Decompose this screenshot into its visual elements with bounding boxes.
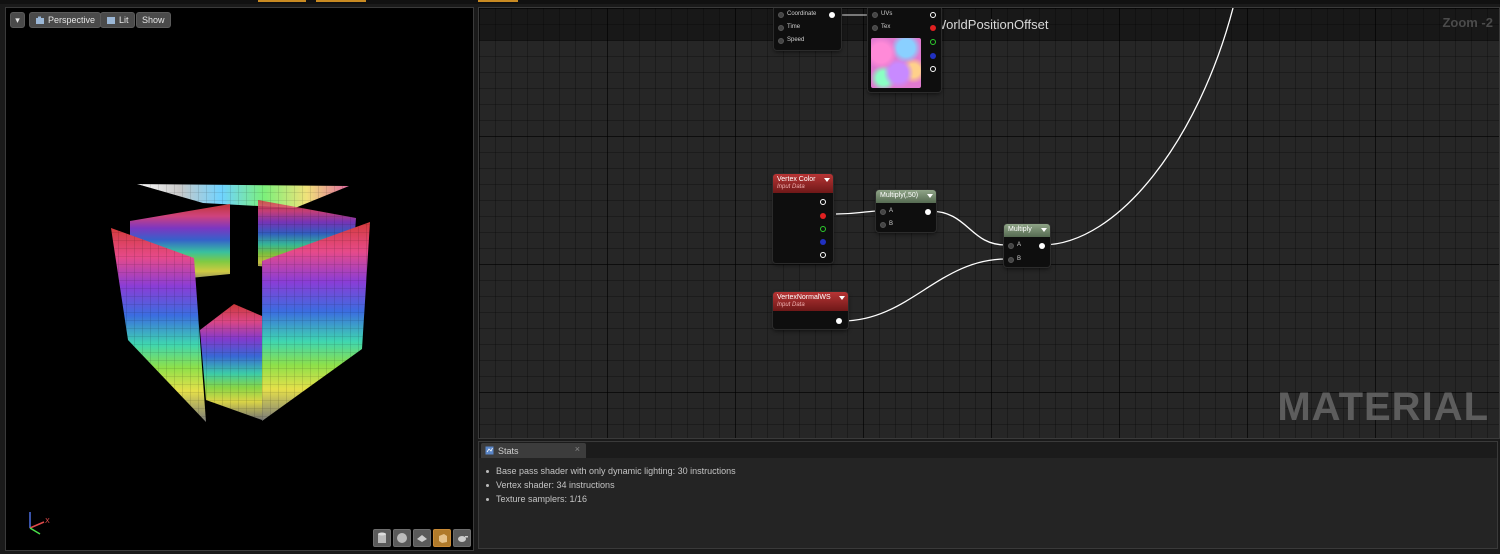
list-item: Vertex shader: 34 instructions — [486, 478, 736, 492]
svg-text:X: X — [45, 517, 50, 525]
pin[interactable] — [930, 12, 936, 18]
sphere-icon[interactable] — [393, 529, 411, 547]
pin[interactable] — [872, 25, 878, 31]
graph-wires — [835, 8, 1234, 322]
preview-mesh — [111, 184, 370, 422]
preview-mesh-toolbar — [373, 529, 471, 547]
pin[interactable] — [820, 226, 826, 232]
chevron-down-icon[interactable] — [927, 194, 933, 198]
pin[interactable] — [1008, 257, 1014, 263]
multiply-node[interactable]: Multiply A B — [1004, 224, 1050, 267]
pin[interactable] — [930, 25, 936, 31]
stats-icon — [485, 446, 494, 455]
pin[interactable] — [836, 318, 842, 324]
vertex-normal-ws-node[interactable]: VertexNormalWS Input Data — [773, 292, 848, 329]
pin[interactable] — [880, 222, 886, 228]
node-header[interactable]: Multiply — [1004, 224, 1050, 237]
axis-gizmo-icon: X — [29, 512, 50, 535]
editor-tab-hint[interactable] — [316, 0, 366, 2]
chevron-down-icon[interactable] — [1041, 228, 1047, 232]
list-item: Base pass shader with only dynamic light… — [486, 464, 736, 478]
pin[interactable] — [930, 66, 936, 72]
pin[interactable] — [930, 53, 936, 59]
pin[interactable] — [880, 209, 886, 215]
pin[interactable] — [829, 12, 835, 18]
pin[interactable] — [778, 12, 784, 18]
stats-tab[interactable]: Stats × — [481, 443, 586, 458]
pin[interactable] — [778, 25, 784, 31]
editor-tab-hint[interactable] — [258, 0, 306, 2]
pin[interactable] — [820, 239, 826, 245]
texture-thumbnail — [871, 38, 921, 88]
vertex-color-node[interactable]: Vertex Color Input Data — [773, 174, 833, 263]
texture-sample-node[interactable]: UVs Tex — [868, 8, 941, 92]
node-header[interactable]: VertexNormalWS Input Data — [773, 292, 848, 311]
multiply-50-node[interactable]: Multiply(,50) A B — [876, 190, 936, 232]
pin[interactable] — [778, 38, 784, 44]
cylinder-icon[interactable] — [373, 529, 391, 547]
pin[interactable] — [925, 209, 931, 215]
pin[interactable] — [872, 12, 878, 18]
top-strip — [0, 0, 1500, 4]
stats-panel: Stats × Base pass shader with only dynam… — [478, 441, 1498, 549]
teapot-icon[interactable] — [453, 529, 471, 547]
cube-icon[interactable] — [433, 529, 451, 547]
pin[interactable] — [820, 199, 826, 205]
material-watermark: MATERIAL — [1277, 385, 1489, 429]
preview-viewport[interactable]: ▾ Perspective Lit Show X — [5, 7, 474, 551]
panner-node[interactable]: Coordinate Time Speed — [774, 8, 841, 50]
close-icon[interactable]: × — [575, 444, 580, 454]
chevron-down-icon[interactable] — [839, 296, 845, 300]
pin[interactable] — [820, 252, 826, 258]
material-graph[interactable]: M_WorldPositionOffset Zoom -2 Coordinate… — [478, 7, 1500, 439]
chevron-down-icon[interactable] — [824, 178, 830, 182]
plane-icon[interactable] — [413, 529, 431, 547]
pin[interactable] — [820, 213, 826, 219]
stats-list: Base pass shader with only dynamic light… — [486, 464, 736, 506]
pin[interactable] — [1039, 243, 1045, 249]
list-item: Texture samplers: 1/16 — [486, 492, 736, 506]
editor-tab-hint[interactable] — [478, 0, 518, 2]
stats-tabbar: Stats × — [479, 442, 1497, 458]
node-header[interactable]: Vertex Color Input Data — [773, 174, 833, 193]
pin[interactable] — [930, 39, 936, 45]
node-header[interactable]: Multiply(,50) — [876, 190, 936, 203]
pin[interactable] — [1008, 243, 1014, 249]
